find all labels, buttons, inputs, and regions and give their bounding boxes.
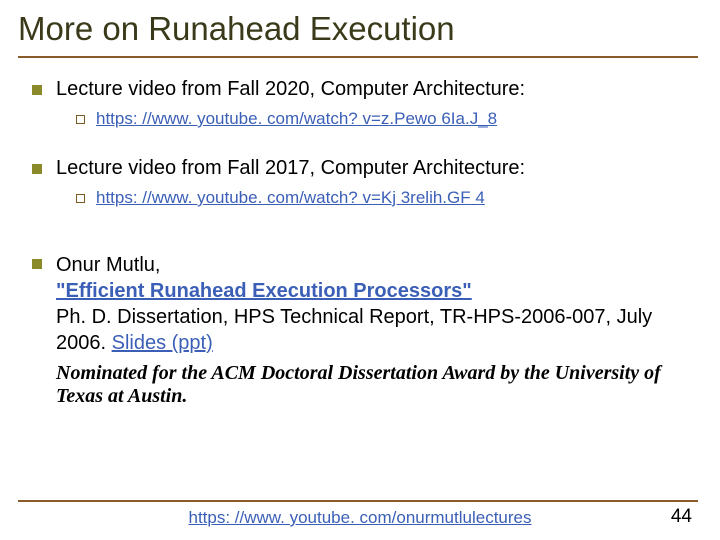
nomination-note: Nominated for the ACM Doctoral Dissertat… xyxy=(56,362,690,408)
slide: More on Runahead Execution Lecture video… xyxy=(0,0,720,540)
footer-divider xyxy=(18,500,698,502)
bullet-item-1: Lecture video from Fall 2020, Computer A… xyxy=(30,78,690,129)
video-link-2017[interactable]: https: //www. youtube. com/watch? v=Kj 3… xyxy=(96,188,485,207)
slide-title: More on Runahead Execution xyxy=(18,10,455,48)
sub-bullet-2: https: //www. youtube. com/watch? v=Kj 3… xyxy=(74,188,690,208)
citation: Onur Mutlu, "Efficient Runahead Executio… xyxy=(56,252,690,356)
page-number: 44 xyxy=(671,506,692,528)
sub-bullet-1: https: //www. youtube. com/watch? v=z.Pe… xyxy=(74,109,690,129)
title-divider xyxy=(18,56,698,58)
bullet-text-2: Lecture video from Fall 2017, Computer A… xyxy=(56,157,525,179)
paper-title-link[interactable]: "Efficient Runahead Execution Processors… xyxy=(56,280,472,302)
citation-author: Onur Mutlu, xyxy=(56,254,160,276)
bullet-item-3: Onur Mutlu, "Efficient Runahead Executio… xyxy=(30,252,690,408)
footer-link-container: https: //www. youtube. com/onurmutlulect… xyxy=(0,508,720,528)
footer-channel-link[interactable]: https: //www. youtube. com/onurmutlulect… xyxy=(189,508,532,527)
slide-body: Lecture video from Fall 2020, Computer A… xyxy=(30,78,690,436)
bullet-text-1: Lecture video from Fall 2020, Computer A… xyxy=(56,78,525,100)
bullet-item-2: Lecture video from Fall 2017, Computer A… xyxy=(30,157,690,208)
video-link-2020[interactable]: https: //www. youtube. com/watch? v=z.Pe… xyxy=(96,109,497,128)
slides-link[interactable]: Slides (ppt) xyxy=(112,332,213,354)
